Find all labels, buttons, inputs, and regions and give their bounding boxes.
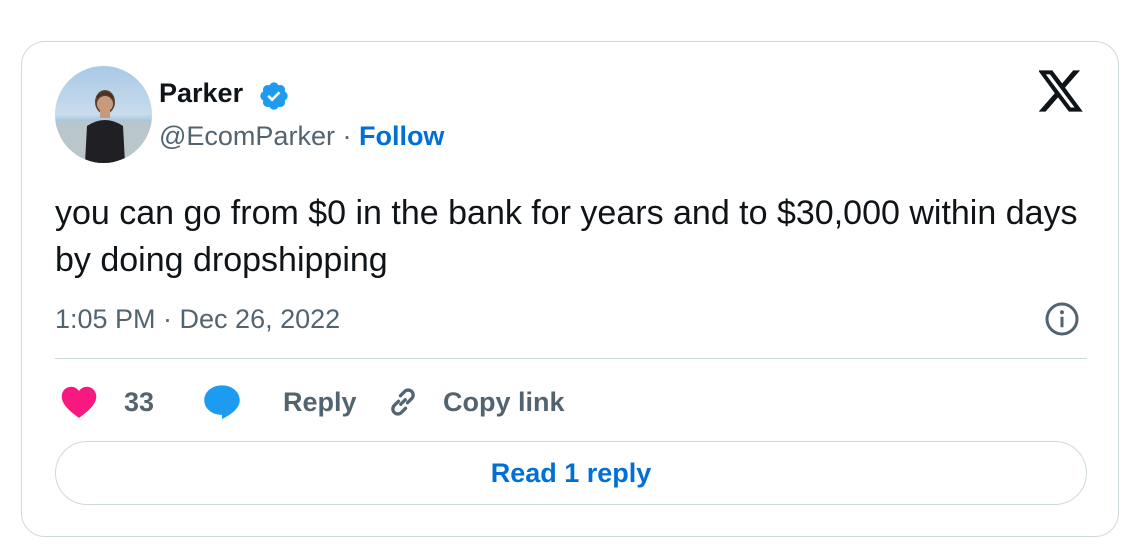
read-replies-button[interactable]: Read 1 reply bbox=[55, 441, 1087, 505]
reply-bubble-icon bbox=[204, 385, 240, 419]
like-button[interactable]: 33 bbox=[61, 378, 154, 426]
author-handle[interactable]: @EcomParker bbox=[159, 121, 335, 151]
heart-icon bbox=[61, 386, 97, 418]
author-handle-line: @EcomParker · Follow bbox=[159, 121, 444, 152]
reply-button[interactable]: Reply bbox=[203, 378, 357, 426]
tweet-card: Parker @EcomParker · Follow you can go f… bbox=[21, 41, 1119, 537]
info-icon[interactable] bbox=[1044, 301, 1080, 337]
divider bbox=[55, 358, 1087, 359]
x-logo-icon[interactable] bbox=[1039, 70, 1084, 112]
handle-separator: · bbox=[334, 121, 359, 151]
author-name[interactable]: Parker bbox=[159, 78, 243, 109]
avatar-image bbox=[55, 66, 152, 163]
copy-link-label: Copy link bbox=[443, 386, 565, 417]
avatar[interactable] bbox=[55, 66, 152, 163]
reply-label: Reply bbox=[283, 386, 357, 417]
like-count: 33 bbox=[124, 386, 155, 417]
tweet-timestamp[interactable]: 1:05 PM · Dec 26, 2022 bbox=[55, 304, 340, 335]
tweet-text: you can go from $0 in the bank for years… bbox=[55, 194, 1078, 279]
copy-link-button[interactable]: Copy link bbox=[385, 378, 565, 426]
link-icon bbox=[391, 388, 415, 416]
follow-button[interactable]: Follow bbox=[359, 121, 444, 151]
verified-badge-icon bbox=[260, 82, 288, 110]
